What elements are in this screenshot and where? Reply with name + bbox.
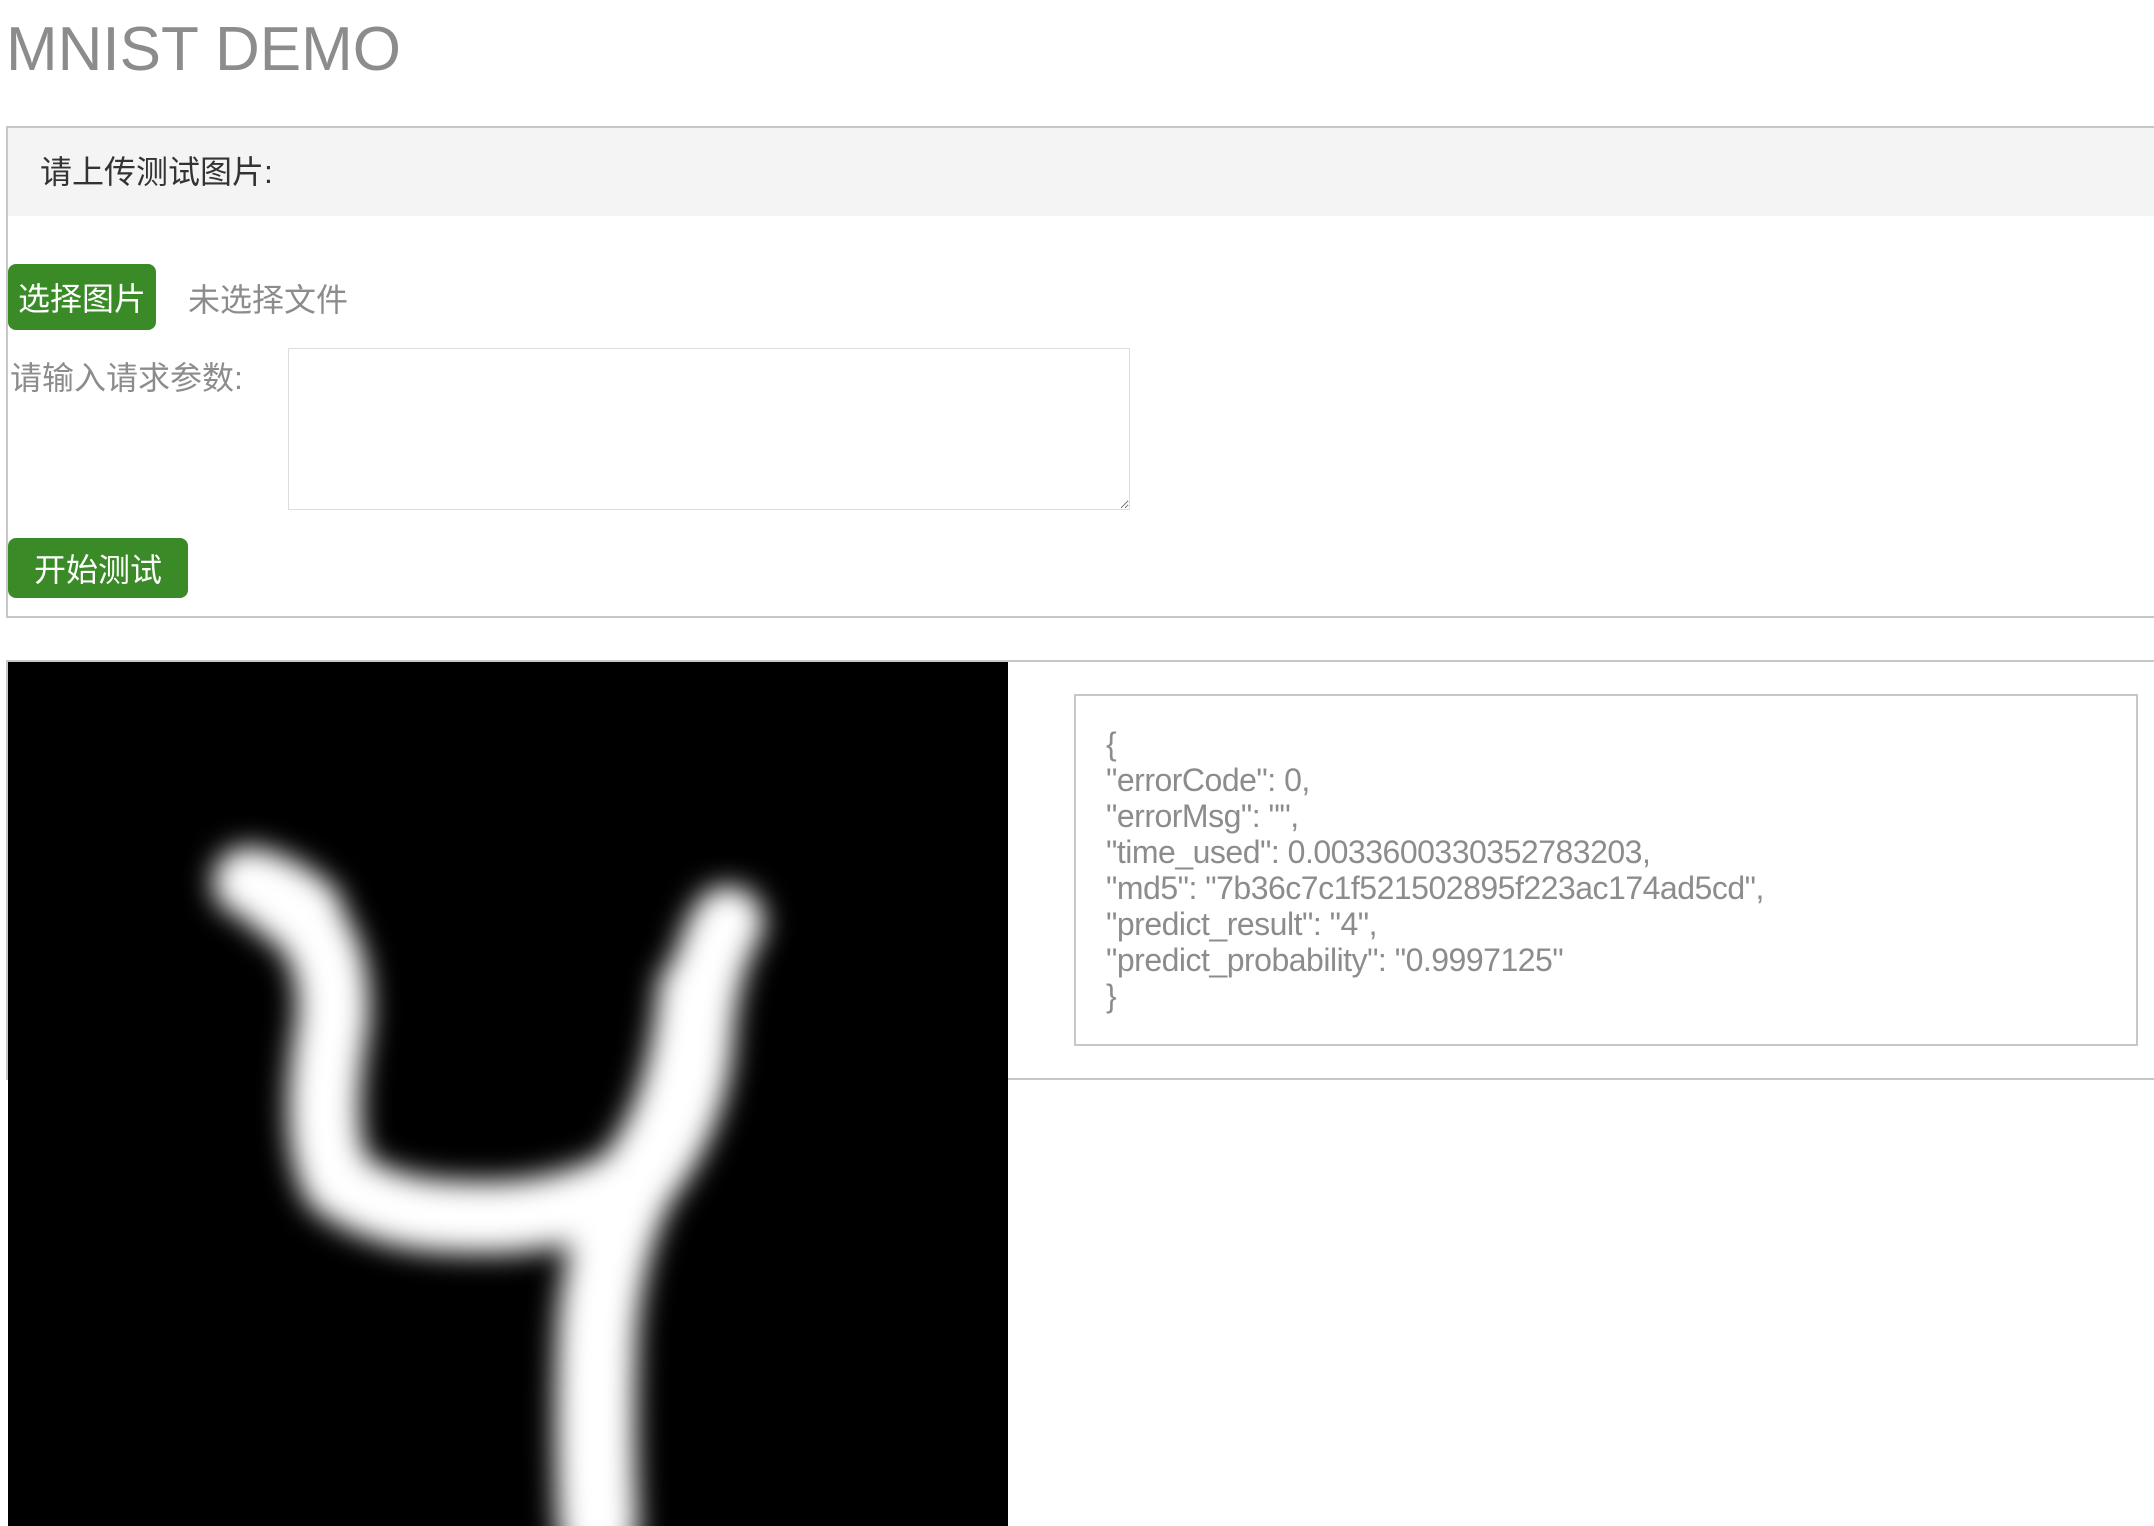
json-line: { xyxy=(1106,726,1117,762)
digit-4-drawing xyxy=(8,662,1008,1526)
params-label: 请输入请求参数: xyxy=(10,360,243,396)
panel-header-label: 请上传测试图片: xyxy=(40,154,273,190)
choose-image-button[interactable]: 选择图片 xyxy=(8,264,156,330)
upload-panel: 请上传测试图片: 选择图片 未选择文件 请输入请求参数: 开始测试 xyxy=(6,126,2154,618)
panel-header: 请上传测试图片: xyxy=(8,128,2154,216)
json-line: "predict_result": "4", xyxy=(1106,906,1377,942)
start-test-button[interactable]: 开始测试 xyxy=(8,538,188,598)
file-status-text: 未选择文件 xyxy=(188,282,349,318)
json-line: "errorMsg": "", xyxy=(1106,798,1299,834)
json-line: "time_used": 0.0033600330352783203, xyxy=(1106,834,1651,870)
page-title: MNIST DEMO xyxy=(6,15,401,84)
json-line: "predict_probability": "0.9997125" xyxy=(1106,942,1564,978)
json-line: "md5": "7b36c7c1f521502895f223ac174ad5cd… xyxy=(1106,870,1764,906)
json-line: "errorCode": 0, xyxy=(1106,762,1310,798)
digit-4-image xyxy=(8,662,1008,1526)
json-line: } xyxy=(1106,978,1117,1014)
params-textarea[interactable] xyxy=(288,348,1130,510)
response-json-lines: { "errorCode": 0, "errorMsg": "", "time_… xyxy=(1106,726,1764,1014)
response-json-box: { "errorCode": 0, "errorMsg": "", "time_… xyxy=(1074,694,2138,1046)
